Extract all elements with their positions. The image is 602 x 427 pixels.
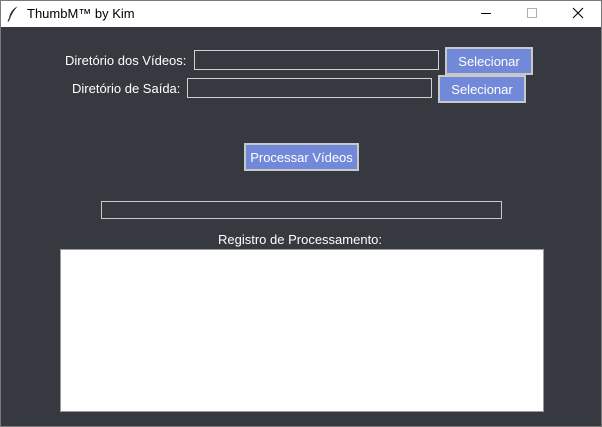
output-dir-input[interactable] <box>187 78 432 98</box>
process-videos-button[interactable]: Processar Vídeos <box>244 143 359 171</box>
select-video-dir-button[interactable]: Selecionar <box>445 47 533 75</box>
output-dir-label: Diretório de Saída: <box>72 81 181 96</box>
minimize-icon <box>480 7 492 22</box>
select-output-dir-button[interactable]: Selecionar <box>438 75 526 103</box>
video-dir-label: Diretório dos Vídeos: <box>65 53 187 68</box>
maximize-icon <box>526 7 538 22</box>
app-window: ThumbM™ by Kim Diretório dos Vídeos: Sel… <box>0 0 602 427</box>
log-label: Registro de Processamento: <box>218 232 383 247</box>
close-icon <box>572 7 584 22</box>
close-button[interactable] <box>555 1 601 27</box>
processing-log[interactable] <box>60 249 544 412</box>
main-panel: Diretório dos Vídeos: Selecionar Diretór… <box>1 27 601 426</box>
minimize-button[interactable] <box>463 1 509 27</box>
progress-bar <box>101 201 502 219</box>
feather-icon <box>7 6 19 22</box>
window-title: ThumbM™ by Kim <box>27 6 135 21</box>
maximize-button[interactable] <box>509 1 555 27</box>
title-bar: ThumbM™ by Kim <box>1 1 601 27</box>
video-dir-input[interactable] <box>194 50 439 70</box>
